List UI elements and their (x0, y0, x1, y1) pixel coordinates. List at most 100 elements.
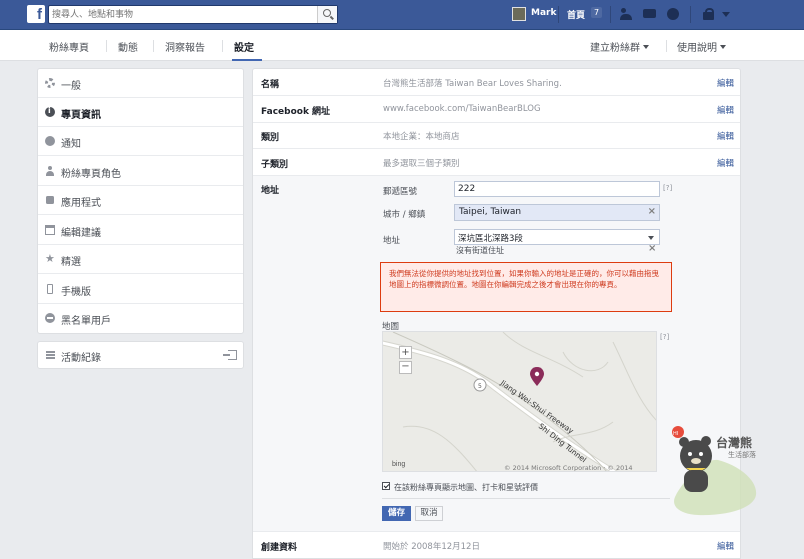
zip-label: 郵遞區號 (383, 187, 418, 197)
divider (558, 6, 559, 23)
notifications-globe-icon[interactable] (666, 8, 680, 20)
row-value: www.facebook.com/TaiwanBearBLOG (383, 104, 541, 114)
save-button[interactable]: 儲存 (382, 506, 411, 521)
show-map-checkbox[interactable] (382, 482, 390, 490)
search-icon (323, 9, 331, 17)
row-label: 類別 (261, 133, 280, 143)
route-number: 5 (478, 383, 482, 390)
tab-settings[interactable]: 設定 (234, 39, 254, 54)
warning-text: 我們無法從你提供的地址找到位置，如果你輸入的地址是正確的，你可以藉由拖曳地圖上的… (389, 269, 659, 289)
globe-icon (45, 136, 55, 146)
row-value: 本地企業：本地商店 (383, 132, 460, 142)
divider (666, 40, 667, 52)
active-tab-indicator (232, 59, 262, 61)
row-value: 最多選取三個子類別 (383, 159, 460, 169)
star-icon: ★ (45, 252, 55, 265)
person-icon (45, 166, 55, 176)
sidebar-item-label: 通知 (61, 139, 81, 150)
edit-link[interactable]: 編輯 (717, 104, 734, 116)
address-edit-section: 地址 郵遞區號 [?] 城市 / 鄉鎮 Taipei, Taiwan × 地址 … (253, 176, 740, 532)
sidebar-item-suggested-edits[interactable]: 編輯建議 (38, 216, 243, 245)
zoom-out-button[interactable]: − (399, 361, 412, 374)
tab-activity[interactable]: 動態 (118, 39, 138, 54)
taiwan-bear-watermark: HI 台灣熊 生活部落 (668, 420, 762, 520)
sidebar-item-notifications[interactable]: 通知 (38, 127, 243, 156)
divider (153, 40, 154, 52)
edit-link[interactable]: 編輯 (717, 130, 734, 142)
clear-city-icon[interactable]: × (648, 206, 656, 217)
zoom-in-button[interactable]: + (399, 346, 412, 359)
help-link[interactable]: [?] (660, 333, 669, 341)
location-pin-icon[interactable] (530, 367, 544, 386)
sidebar-item-label: 手機版 (61, 287, 91, 298)
tab-insights[interactable]: 洞察報告 (165, 39, 205, 54)
row-label: 創建資料 (261, 543, 298, 553)
help-link[interactable]: [?] (663, 184, 672, 192)
account-menu-arrow-icon[interactable] (722, 12, 730, 17)
city-value: Taipei, Taiwan (459, 207, 522, 217)
row-value: 開始於 2008年12月12日 (383, 542, 480, 552)
messages-icon[interactable] (643, 8, 657, 20)
svg-text:HI: HI (673, 431, 678, 437)
info-row-name[interactable]: 名稱 台灣熊生活部落 Taiwan Bear Loves Sharing. 編輯 (253, 69, 740, 96)
sidebar-item-page-roles[interactable]: 粉絲專頁角色 (38, 157, 243, 186)
clear-street-icon[interactable]: × (648, 243, 656, 254)
caret-down-icon (720, 45, 726, 49)
info-row-subcategory[interactable]: 子類別 最多選取三個子類別 編輯 (253, 149, 740, 176)
map[interactable]: 5 Jiang Wei-Shui Freeway Shi Ding Tunnel… (382, 331, 657, 472)
watermark-title: 台灣熊 (716, 436, 753, 450)
sidebar-item-label: 粉絲專頁角色 (61, 169, 121, 180)
edit-link[interactable]: 編輯 (717, 77, 734, 89)
info-row-start-info[interactable]: 創建資料 開始於 2008年12月12日 編輯 (253, 532, 740, 558)
profile-link[interactable]: Mark (531, 8, 556, 18)
search-button[interactable] (317, 6, 337, 23)
watermark-subtitle: 生活部落 (728, 451, 756, 459)
map-canvas: 5 Jiang Wei-Shui Freeway Shi Ding Tunnel (383, 332, 656, 471)
sidebar-item-banned-users[interactable]: 黑名單用戶 (38, 304, 243, 333)
sidebar-item-mobile[interactable]: 手機版 (38, 275, 243, 304)
search-input[interactable] (52, 8, 312, 22)
edit-link[interactable]: 編輯 (717, 540, 734, 552)
mobile-icon (47, 284, 53, 294)
sidebar-item-label: 一般 (61, 81, 81, 92)
no-street-address-hint: 沒有街道住址 (456, 246, 504, 255)
sidebar-item-general[interactable]: 一般 (38, 69, 243, 98)
map-copyright: © 2014 Microsoft Corporation · © 2014 (504, 464, 633, 472)
cancel-button[interactable]: 取消 (415, 506, 443, 521)
build-audience-menu[interactable]: 建立粉絲群 (590, 39, 649, 54)
open-icon (223, 350, 237, 360)
sidebar-item-label: 活動紀錄 (61, 353, 101, 364)
friend-requests-icon[interactable] (620, 8, 634, 20)
home-count-badge: 7 (591, 7, 603, 18)
help-menu[interactable]: 使用說明 (677, 39, 726, 54)
bing-logo: bing (392, 461, 406, 468)
home-link[interactable]: 首頁 (567, 8, 585, 21)
search-box[interactable] (48, 5, 338, 24)
sidebar-item-apps[interactable]: 應用程式 (38, 186, 243, 215)
row-label: 名稱 (261, 80, 280, 90)
info-row-facebook-url[interactable]: Facebook 網址 www.facebook.com/TaiwanBearB… (253, 96, 740, 123)
edit-link[interactable]: 編輯 (717, 157, 734, 169)
facebook-logo[interactable]: f (27, 5, 45, 23)
zip-field[interactable] (454, 181, 660, 197)
sidebar-item-activity-log[interactable]: 活動紀錄 (37, 341, 244, 369)
tab-page[interactable]: 粉絲專頁 (49, 39, 89, 54)
divider (106, 40, 107, 52)
street-label: 地址 (383, 236, 401, 246)
street-value: 深坑區北深路3段 (458, 234, 523, 244)
sidebar-item-label: 精選 (61, 257, 81, 268)
privacy-shortcuts-icon[interactable] (702, 8, 716, 20)
ban-icon (45, 313, 55, 323)
city-field[interactable]: Taipei, Taiwan × (454, 204, 660, 221)
sidebar-item-label: 專頁資訊 (61, 110, 101, 121)
avatar[interactable] (512, 7, 526, 21)
street-field[interactable]: 深坑區北深路3段 (454, 229, 660, 245)
row-label: Facebook 網址 (261, 107, 331, 117)
caret-down-icon (643, 45, 649, 49)
help-label: 使用說明 (677, 43, 717, 54)
sidebar-item-page-info[interactable]: 專頁資訊 (38, 98, 243, 127)
show-map-label: 在該粉絲專頁顯示地圖、打卡和星號評價 (394, 483, 538, 492)
sidebar-item-featured[interactable]: ★ 精選 (38, 245, 243, 274)
info-row-category[interactable]: 類別 本地企業：本地商店 編輯 (253, 122, 740, 149)
sidebar-item-label: 黑名單用戶 (61, 316, 111, 327)
